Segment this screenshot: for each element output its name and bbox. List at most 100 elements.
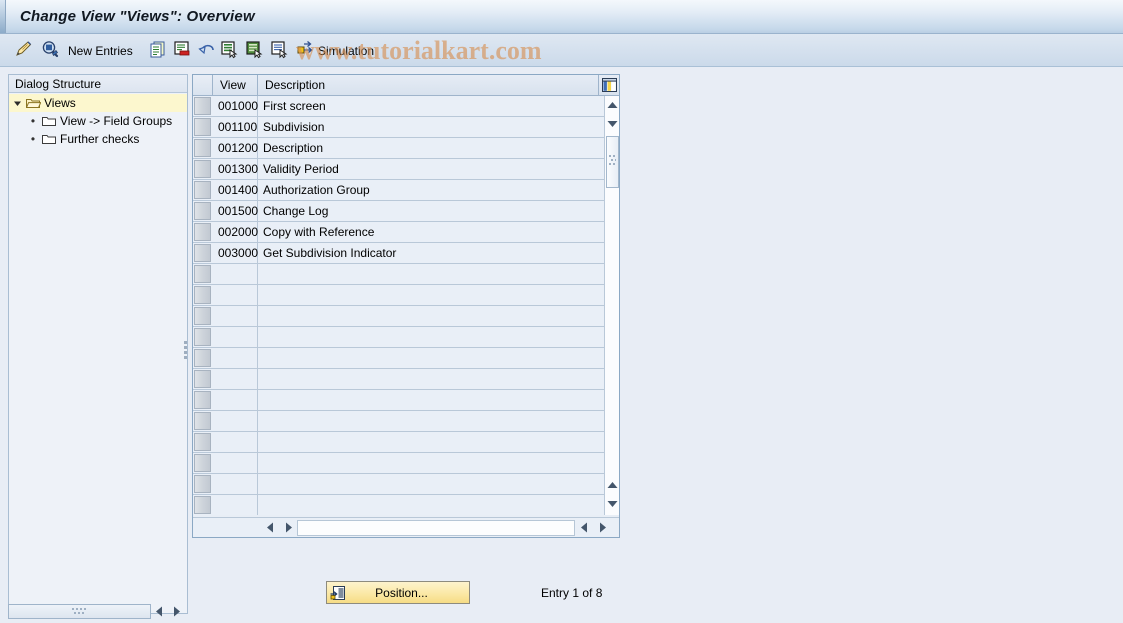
table-row[interactable]: 001200 Description — [193, 138, 604, 159]
row-select-button[interactable] — [194, 307, 211, 325]
chevron-down-icon[interactable] — [9, 99, 25, 108]
sidebar-horizontal-scrollbar[interactable] — [8, 602, 188, 620]
sidebar-scroll-thumb[interactable] — [8, 603, 151, 619]
cell-view[interactable]: 001300 — [214, 159, 258, 179]
table-row[interactable] — [193, 348, 604, 369]
cell-view[interactable] — [214, 369, 258, 389]
table-row[interactable]: 001300 Validity Period — [193, 159, 604, 180]
display-change-button[interactable] — [14, 39, 34, 62]
check-entries-button[interactable] — [40, 39, 60, 62]
cell-description[interactable] — [259, 369, 604, 389]
cell-description[interactable] — [259, 264, 604, 284]
cell-description[interactable] — [259, 285, 604, 305]
position-button[interactable]: Position... — [326, 581, 470, 604]
cell-description[interactable]: Description — [259, 138, 604, 158]
cell-description[interactable] — [259, 327, 604, 347]
row-select-button[interactable] — [194, 433, 211, 451]
new-entries-button[interactable]: New Entries — [68, 39, 133, 62]
table-row[interactable]: 001000 First screen — [193, 96, 604, 117]
cell-view[interactable] — [214, 306, 258, 326]
deselect-all-button[interactable] — [269, 39, 289, 62]
row-select-button[interactable] — [194, 454, 211, 472]
cell-description[interactable] — [259, 348, 604, 368]
table-row[interactable] — [193, 390, 604, 411]
hscroll-right-button[interactable] — [279, 519, 297, 536]
table-row[interactable] — [193, 495, 604, 515]
sidebar-scroll-right-button[interactable] — [168, 603, 185, 619]
select-block-button[interactable] — [244, 39, 264, 62]
cell-view[interactable] — [214, 327, 258, 347]
cell-view[interactable]: 002000 — [214, 222, 258, 242]
scroll-down-button[interactable] — [605, 115, 619, 132]
row-select-button[interactable] — [194, 370, 211, 388]
table-row[interactable] — [193, 432, 604, 453]
cell-description[interactable] — [259, 474, 604, 494]
table-vertical-scrollbar[interactable] — [604, 96, 619, 515]
cell-view[interactable] — [214, 390, 258, 410]
cell-description[interactable]: Subdivision — [259, 117, 604, 137]
cell-description[interactable] — [259, 432, 604, 452]
select-all-rows-cell[interactable] — [193, 75, 213, 95]
row-select-button[interactable] — [194, 412, 211, 430]
table-row[interactable] — [193, 453, 604, 474]
cell-description[interactable]: Copy with Reference — [259, 222, 604, 242]
table-settings-button[interactable] — [600, 75, 619, 95]
table-row[interactable]: 002000 Copy with Reference — [193, 222, 604, 243]
cell-view[interactable] — [214, 264, 258, 284]
row-select-button[interactable] — [194, 349, 211, 367]
simulation-icon-button[interactable] — [293, 39, 313, 62]
row-select-button[interactable] — [194, 496, 211, 514]
sidebar-item-view-field-groups[interactable]: • View -> Field Groups — [9, 112, 187, 130]
table-row[interactable]: 001100 Subdivision — [193, 117, 604, 138]
row-select-button[interactable] — [194, 328, 211, 346]
cell-view[interactable]: 001400 — [214, 180, 258, 200]
table-row[interactable] — [193, 285, 604, 306]
cell-view[interactable]: 001200 — [214, 138, 258, 158]
sidebar-scroll-left-button[interactable] — [151, 603, 168, 619]
column-header-view[interactable]: View — [214, 75, 258, 95]
row-select-button[interactable] — [194, 475, 211, 493]
cell-view[interactable] — [214, 348, 258, 368]
scroll-page-down-button[interactable] — [605, 495, 619, 512]
hscroll-page-left-button[interactable] — [575, 519, 593, 536]
sidebar-item-views[interactable]: Views — [9, 94, 187, 112]
table-row[interactable] — [193, 369, 604, 390]
table-row[interactable]: 001500 Change Log — [193, 201, 604, 222]
copy-as-button[interactable] — [148, 39, 168, 62]
cell-view[interactable] — [214, 411, 258, 431]
cell-view[interactable]: 001000 — [214, 96, 258, 116]
row-select-button[interactable] — [194, 391, 211, 409]
cell-description[interactable]: Authorization Group — [259, 180, 604, 200]
hscroll-track[interactable] — [297, 519, 575, 536]
cell-view[interactable]: 001500 — [214, 201, 258, 221]
row-select-button[interactable] — [194, 181, 211, 199]
column-header-description[interactable]: Description — [259, 75, 599, 95]
cell-description[interactable]: First screen — [259, 96, 604, 116]
cell-description[interactable] — [259, 390, 604, 410]
table-row[interactable] — [193, 474, 604, 495]
cell-view[interactable] — [214, 432, 258, 452]
panel-splitter-handle[interactable] — [183, 335, 188, 365]
cell-description[interactable] — [259, 411, 604, 431]
cell-description[interactable]: Change Log — [259, 201, 604, 221]
row-select-button[interactable] — [194, 286, 211, 304]
cell-description[interactable] — [259, 306, 604, 326]
vertical-scroll-thumb[interactable] — [606, 136, 619, 188]
simulation-button[interactable]: Simulation — [318, 39, 374, 62]
hscroll-left-button[interactable] — [261, 519, 279, 536]
row-select-button[interactable] — [194, 160, 211, 178]
row-select-button[interactable] — [194, 244, 211, 262]
row-select-button[interactable] — [194, 118, 211, 136]
select-all-button[interactable] — [219, 39, 239, 62]
undo-button[interactable] — [197, 39, 217, 62]
sidebar-item-further-checks[interactable]: • Further checks — [9, 130, 187, 148]
scroll-up-button[interactable] — [605, 96, 619, 113]
row-select-button[interactable] — [194, 202, 211, 220]
scroll-page-up-button[interactable] — [605, 476, 619, 493]
table-row[interactable] — [193, 411, 604, 432]
cell-view[interactable] — [214, 474, 258, 494]
cell-description[interactable] — [259, 453, 604, 473]
cell-view[interactable] — [214, 285, 258, 305]
row-select-button[interactable] — [194, 265, 211, 283]
cell-view[interactable] — [214, 453, 258, 473]
